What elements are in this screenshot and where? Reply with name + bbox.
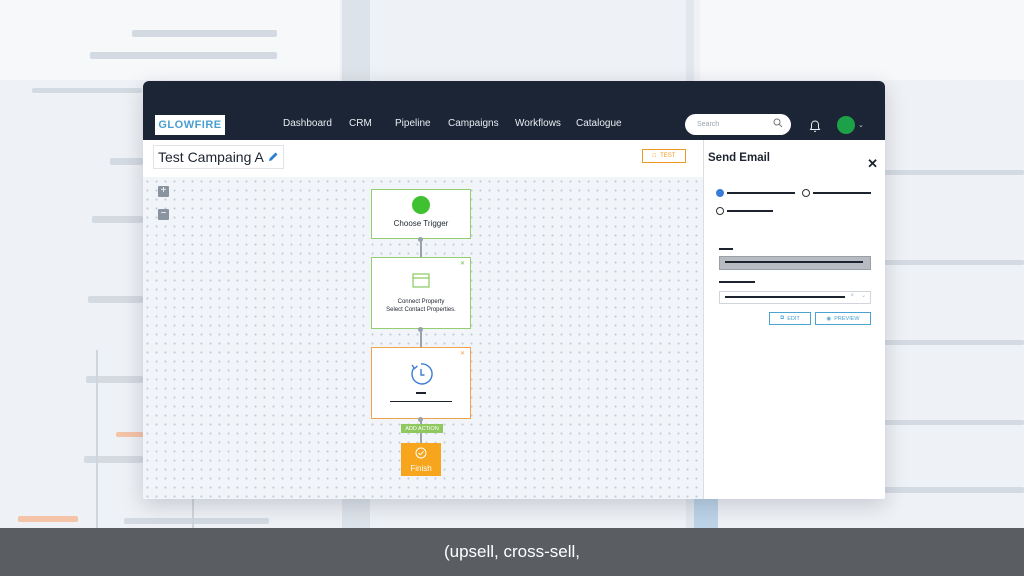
- nav-dashboard[interactable]: Dashboard: [283, 118, 332, 129]
- clear-icon[interactable]: ×: [850, 293, 854, 299]
- edit-button[interactable]: ⧉ EDIT: [769, 312, 811, 325]
- bg-bar: [884, 420, 1024, 425]
- bg-bar: [884, 487, 1024, 493]
- bg-bar: [116, 432, 144, 437]
- field-label: [719, 281, 755, 283]
- radio-option-1-label: [727, 192, 795, 194]
- check-circle-icon: [415, 447, 427, 459]
- email-template-select[interactable]: × ⌄: [719, 291, 871, 304]
- trigger-label: Choose Trigger: [393, 219, 449, 228]
- email-subject-field[interactable]: [719, 256, 871, 270]
- bg-bar: [18, 516, 78, 522]
- window-icon: [412, 273, 430, 288]
- search-icon[interactable]: [773, 118, 783, 128]
- connector-dot: [418, 327, 423, 332]
- square-icon: □: [652, 153, 657, 159]
- radio-option-1[interactable]: [716, 189, 724, 197]
- radio-option-2-label: [813, 192, 871, 194]
- bg-bar: [884, 260, 1024, 265]
- trigger-node[interactable]: Choose Trigger: [371, 189, 471, 239]
- nav-workflows[interactable]: Workflows: [515, 118, 561, 129]
- bg-bar: [90, 52, 277, 59]
- close-icon[interactable]: ✕: [867, 156, 878, 172]
- bg-bar: [124, 518, 269, 524]
- campaign-titlebar: Test Campaing A: [143, 140, 703, 178]
- preview-button-label: PREVIEW: [834, 315, 860, 322]
- workflow-canvas[interactable]: + − Choose Trigger ✕ Connect Property Se…: [143, 177, 703, 499]
- connector-dot: [418, 237, 423, 242]
- campaign-title-field[interactable]: Test Campaing A: [153, 145, 284, 169]
- nav-campaigns[interactable]: Campaigns: [448, 118, 499, 129]
- select-value: [725, 296, 845, 298]
- bg-bar: [884, 340, 1024, 345]
- nav-catalogue[interactable]: Catalogue: [576, 118, 622, 129]
- bg-bar: [92, 216, 143, 223]
- bell-icon[interactable]: [809, 119, 821, 133]
- bg-bar: [86, 376, 143, 383]
- zoom-out-button[interactable]: −: [158, 209, 169, 220]
- chevron-down-icon[interactable]: ⌄: [858, 121, 864, 129]
- edit-icon: ⧉: [780, 315, 785, 321]
- bg-panel: [0, 0, 340, 80]
- top-navbar: GLOWFIRE Dashboard CRM Pipeline Campaign…: [143, 81, 885, 140]
- connect-property-sublabel: Select Contact Properties.: [386, 307, 456, 313]
- bg-column: [694, 498, 718, 528]
- wait-node[interactable]: ✕: [371, 347, 471, 419]
- search-input[interactable]: Search: [685, 114, 791, 135]
- bg-bar: [132, 30, 277, 37]
- bg-column: [96, 350, 98, 528]
- nav-crm[interactable]: CRM: [349, 118, 372, 129]
- send-email-panel: Send Email ✕ × ⌄ ⧉ EDIT ◉ PREVIEW: [703, 140, 885, 499]
- preview-button[interactable]: ◉ PREVIEW: [815, 312, 871, 325]
- add-action-button[interactable]: ADD ACTION: [401, 424, 443, 433]
- bg-bar: [110, 158, 143, 165]
- connect-property-label: Connect Property: [397, 299, 445, 305]
- campaign-title: Test Campaing A: [158, 149, 264, 165]
- bg-bar: [84, 456, 143, 463]
- radio-option-3[interactable]: [716, 207, 724, 215]
- wait-label-line: [390, 400, 452, 402]
- subtitle-caption: (upsell, cross-sell,: [0, 528, 1024, 576]
- zoom-in-button[interactable]: +: [158, 186, 169, 197]
- finish-label: Finish: [410, 464, 432, 473]
- bg-bar: [32, 88, 142, 93]
- panel-title: Send Email: [708, 152, 770, 164]
- test-button[interactable]: □ TEST: [642, 149, 686, 163]
- avatar[interactable]: [837, 116, 855, 134]
- connector-dot: [418, 417, 423, 422]
- bg-column: [192, 498, 194, 528]
- nav-pipeline[interactable]: Pipeline: [395, 118, 431, 129]
- bg-bar: [88, 296, 143, 303]
- wait-value-line: [416, 392, 426, 394]
- close-icon[interactable]: ✕: [460, 260, 465, 267]
- field-value: [725, 261, 863, 263]
- bg-bar: [884, 170, 1024, 175]
- trigger-icon: [412, 196, 430, 214]
- search-placeholder: Search: [697, 121, 720, 128]
- close-icon[interactable]: ✕: [460, 350, 465, 357]
- connect-property-node[interactable]: ✕ Connect Property Select Contact Proper…: [371, 257, 471, 329]
- finish-node[interactable]: Finish: [401, 443, 441, 476]
- test-button-label: TEST: [660, 153, 676, 159]
- edit-button-label: EDIT: [787, 315, 800, 322]
- pencil-icon[interactable]: [267, 151, 279, 163]
- timer-icon: [411, 363, 433, 385]
- radio-option-3-label: [727, 210, 773, 212]
- app-window: GLOWFIRE Dashboard CRM Pipeline Campaign…: [143, 81, 885, 499]
- eye-icon: ◉: [826, 315, 832, 322]
- chevron-down-icon[interactable]: ⌄: [861, 292, 866, 299]
- radio-option-2[interactable]: [802, 189, 810, 197]
- app-logo[interactable]: GLOWFIRE: [155, 115, 225, 135]
- field-label: [719, 248, 733, 250]
- bg-panel: [700, 0, 1024, 80]
